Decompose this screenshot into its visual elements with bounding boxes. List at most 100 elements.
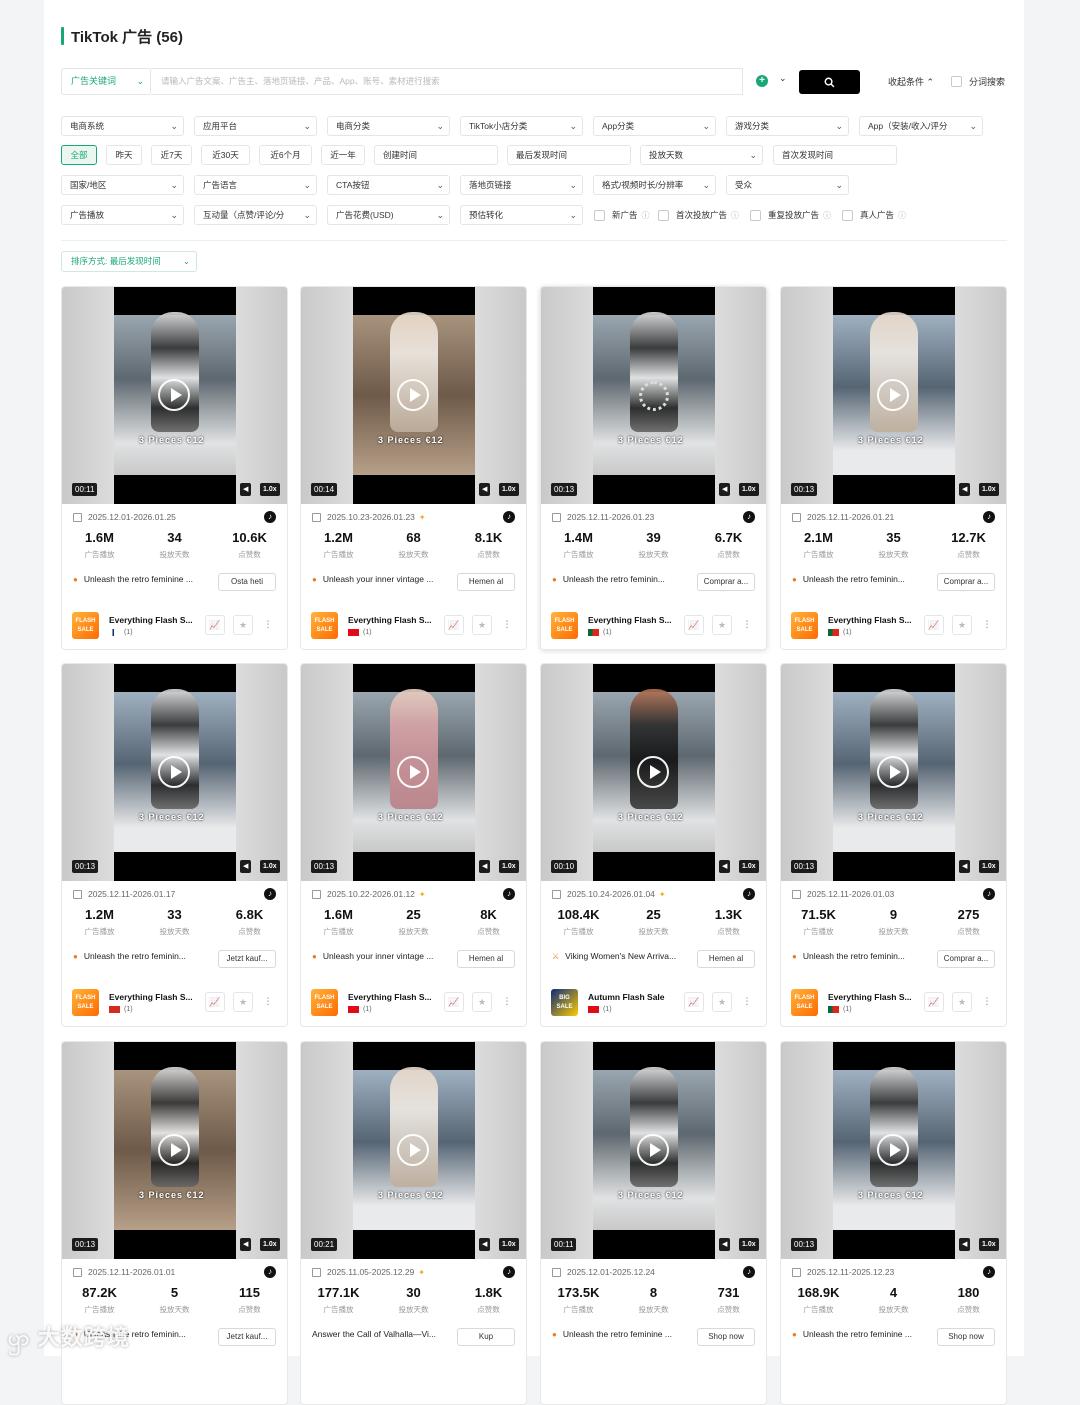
advertiser-name[interactable]: Everything Flash S... bbox=[109, 992, 199, 1002]
advertiser-row[interactable]: FLASH SALE Everything Flash S... (1) 📈 ★ ⋮ bbox=[551, 612, 756, 642]
filter-select[interactable]: 国家/地区 ⌄ bbox=[61, 175, 184, 195]
star-icon[interactable]: ★ bbox=[712, 615, 732, 635]
checkbox-filter[interactable]: 重复投放广告 ⓘ bbox=[750, 209, 831, 221]
volume-icon[interactable]: ◀ bbox=[959, 1238, 971, 1251]
volume-icon[interactable]: ◀ bbox=[240, 1238, 252, 1251]
star-icon[interactable]: ★ bbox=[472, 615, 492, 635]
ad-card[interactable]: 3 Pieces €12 00:21 ◀ 1.0x 2025.11.05-2025.12… bbox=[300, 1041, 527, 1405]
playback-speed[interactable]: 1.0x bbox=[739, 483, 759, 496]
time-chip-1[interactable]: 昨天 bbox=[106, 145, 142, 165]
ad-card[interactable]: 3 Pieces €12 00:13 ◀ 1.0x 2025.12.11-2025.12… bbox=[780, 1041, 1007, 1405]
video-thumbnail[interactable]: 3 Pieces €12 00:13 ◀ 1.0x bbox=[62, 1042, 287, 1259]
star-icon[interactable]: ★ bbox=[952, 992, 972, 1012]
video-thumbnail[interactable]: 3 Pieces €12 00:14 ◀ 1.0x bbox=[301, 287, 526, 504]
video-player[interactable]: 3 Pieces €12 bbox=[114, 664, 236, 881]
playback-speed[interactable]: 1.0x bbox=[739, 1238, 759, 1251]
cta-button[interactable]: Jetzt kauf... bbox=[218, 1328, 276, 1346]
analytics-icon[interactable]: 📈 bbox=[205, 615, 225, 635]
ad-card[interactable]: 3 Pieces €12 00:10 ◀ 1.0x 2025.10.24-2026.01… bbox=[540, 663, 767, 1027]
checkbox-filter[interactable]: 新广告 ⓘ bbox=[594, 209, 650, 221]
search-button[interactable] bbox=[799, 70, 860, 94]
playback-speed[interactable]: 1.0x bbox=[260, 483, 280, 496]
volume-icon[interactable]: ◀ bbox=[959, 860, 971, 873]
advertiser-row[interactable]: FLASH SALE Everything Flash S... (1) 📈 ★ ⋮ bbox=[791, 989, 996, 1019]
video-player[interactable]: 3 Pieces €12 bbox=[353, 664, 475, 881]
advertiser-row[interactable]: FLASH SALE Everything Flash S... (1) 📈 ★ ⋮ bbox=[791, 612, 996, 642]
filter-select[interactable]: 受众 ⌄ bbox=[726, 175, 849, 195]
video-thumbnail[interactable]: 3 Pieces €12 00:13 ◀ 1.0x bbox=[781, 287, 1006, 504]
segment-search-checkbox[interactable]: 分词搜索 bbox=[951, 75, 1005, 88]
advertiser-row[interactable]: FLASH SALE Everything Flash S... (1) 📈 ★ ⋮ bbox=[311, 612, 516, 642]
advertiser-name[interactable]: Everything Flash S... bbox=[828, 615, 918, 625]
more-icon[interactable]: ⋮ bbox=[977, 615, 997, 635]
checkbox-filter[interactable]: 首次投放广告 ⓘ bbox=[658, 209, 739, 221]
play-icon[interactable] bbox=[397, 756, 429, 788]
video-player[interactable]: 3 Pieces €12 bbox=[114, 1042, 236, 1259]
playback-speed[interactable]: 1.0x bbox=[260, 860, 280, 873]
advertiser-name[interactable]: Autumn Flash Sale bbox=[588, 992, 678, 1002]
chevron-down-icon[interactable]: ⌄ bbox=[779, 73, 787, 84]
video-thumbnail[interactable]: 3 Pieces €12 00:21 ◀ 1.0x bbox=[301, 1042, 526, 1259]
analytics-icon[interactable]: 📈 bbox=[684, 615, 704, 635]
more-icon[interactable]: ⋮ bbox=[497, 615, 517, 635]
star-icon[interactable]: ★ bbox=[472, 992, 492, 1012]
playback-speed[interactable]: 1.0x bbox=[260, 1238, 280, 1251]
collapse-filters-button[interactable]: 收起条件 ⌃ bbox=[888, 75, 934, 88]
playback-speed[interactable]: 1.0x bbox=[499, 1238, 519, 1251]
date-field[interactable]: 首次发现时间 bbox=[773, 145, 897, 165]
video-thumbnail[interactable]: 3 Pieces €12 00:11 ◀ 1.0x bbox=[62, 287, 287, 504]
cta-button[interactable]: Jetzt kauf... bbox=[218, 950, 276, 968]
analytics-icon[interactable]: 📈 bbox=[444, 615, 464, 635]
video-thumbnail[interactable]: 3 Pieces €12 00:13 ◀ 1.0x bbox=[781, 1042, 1006, 1259]
filter-select[interactable]: 互动量（点赞/评论/分 ⌄ bbox=[194, 205, 317, 225]
more-icon[interactable]: ⋮ bbox=[258, 992, 278, 1012]
video-thumbnail[interactable]: 3 Pieces €12 00:11 ◀ 1.0x bbox=[541, 1042, 766, 1259]
video-thumbnail[interactable]: 3 Pieces €12 00:13 ◀ 1.0x bbox=[301, 664, 526, 881]
volume-icon[interactable]: ◀ bbox=[719, 1238, 731, 1251]
playback-speed[interactable]: 1.0x bbox=[979, 483, 999, 496]
advertiser-name[interactable]: Everything Flash S... bbox=[348, 615, 438, 625]
filter-select[interactable]: 广告播放 ⌄ bbox=[61, 205, 184, 225]
ad-card[interactable]: 3 Pieces €12 00:14 ◀ 1.0x 2025.10.23-2026.01… bbox=[300, 286, 527, 650]
video-player[interactable]: 3 Pieces €12 bbox=[833, 287, 955, 504]
advertiser-row[interactable]: FLASH SALE Everything Flash S... (1) 📈 ★ ⋮ bbox=[72, 989, 277, 1019]
video-thumbnail[interactable]: 3 Pieces €12 00:13 ◀ 1.0x bbox=[62, 664, 287, 881]
volume-icon[interactable]: ◀ bbox=[719, 860, 731, 873]
filter-select[interactable]: 电商系统 ⌄ bbox=[61, 116, 184, 136]
volume-icon[interactable]: ◀ bbox=[479, 1238, 491, 1251]
more-icon[interactable]: ⋮ bbox=[258, 615, 278, 635]
date-field[interactable]: 最后发现时间 bbox=[507, 145, 631, 165]
filter-select[interactable]: 应用平台 ⌄ bbox=[194, 116, 317, 136]
play-icon[interactable] bbox=[397, 1134, 429, 1166]
playback-speed[interactable]: 1.0x bbox=[979, 860, 999, 873]
video-player[interactable]: 3 Pieces €12 bbox=[353, 1042, 475, 1259]
advertiser-name[interactable]: Everything Flash S... bbox=[588, 615, 678, 625]
volume-icon[interactable]: ◀ bbox=[959, 483, 971, 496]
time-chip-0[interactable]: 全部 bbox=[61, 145, 97, 165]
advertiser-row[interactable]: FLASH SALE Everything Flash S... (1) 📈 ★ ⋮ bbox=[311, 989, 516, 1019]
filter-select[interactable]: 广告语言 ⌄ bbox=[194, 175, 317, 195]
cta-button[interactable]: Hemen al bbox=[697, 950, 755, 968]
play-icon[interactable] bbox=[877, 379, 909, 411]
ad-card[interactable]: 3 Pieces €12 00:13 ◀ 1.0x 2025.10.22-2026.01… bbox=[300, 663, 527, 1027]
video-player[interactable]: 3 Pieces €12 bbox=[593, 1042, 715, 1259]
ad-card[interactable]: 3 Pieces €12 00:11 ◀ 1.0x 2025.12.01-2025.12… bbox=[540, 1041, 767, 1405]
more-icon[interactable]: ⋮ bbox=[737, 992, 757, 1012]
volume-icon[interactable]: ◀ bbox=[240, 483, 252, 496]
filter-select[interactable]: 广告花费(USD) ⌄ bbox=[327, 205, 450, 225]
star-icon[interactable]: ★ bbox=[952, 615, 972, 635]
keyword-type-select[interactable]: 广告关键词 ⌄ bbox=[61, 68, 151, 95]
play-icon[interactable] bbox=[877, 1134, 909, 1166]
play-icon[interactable] bbox=[158, 379, 190, 411]
filter-select[interactable]: 预估转化 ⌄ bbox=[460, 205, 583, 225]
ad-card[interactable]: 3 Pieces €12 00:13 ◀ 1.0x 2025.12.11-2026.01… bbox=[540, 286, 767, 650]
time-chip-5[interactable]: 近一年 bbox=[321, 145, 365, 165]
analytics-icon[interactable]: 📈 bbox=[684, 992, 704, 1012]
play-icon[interactable] bbox=[158, 1134, 190, 1166]
filter-select[interactable]: App分类 ⌄ bbox=[593, 116, 716, 136]
advertiser-name[interactable]: Everything Flash S... bbox=[828, 992, 918, 1002]
play-icon[interactable] bbox=[158, 756, 190, 788]
filter-select[interactable]: TikTok小店分类 ⌄ bbox=[460, 116, 583, 136]
volume-icon[interactable]: ◀ bbox=[240, 860, 252, 873]
playback-speed[interactable]: 1.0x bbox=[499, 860, 519, 873]
